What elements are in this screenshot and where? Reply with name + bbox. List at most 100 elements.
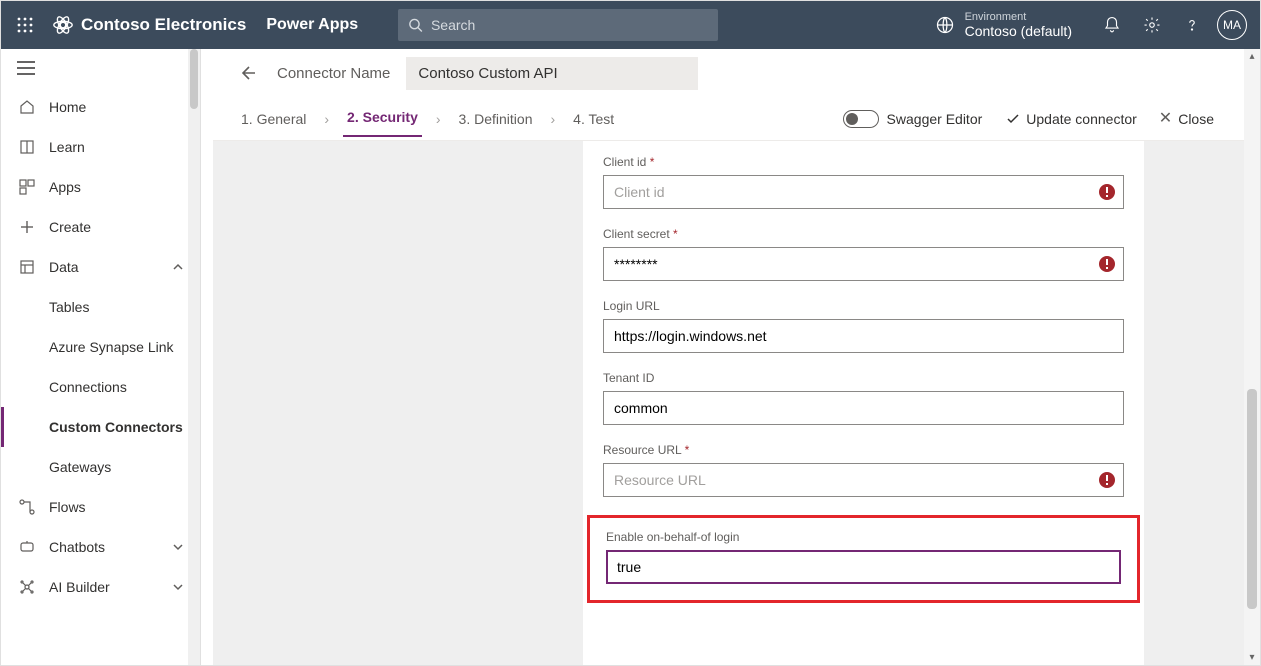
sidebar-item-synapse[interactable]: Azure Synapse Link	[1, 327, 200, 367]
swagger-editor-toggle[interactable]: Swagger Editor	[843, 110, 983, 128]
error-icon	[1098, 183, 1116, 201]
chevron-down-icon	[172, 541, 184, 553]
environment-label: Environment	[965, 11, 1072, 23]
sidebar-scrollbar[interactable]	[188, 49, 200, 665]
step-general[interactable]: 1. General	[237, 103, 310, 135]
chevron-right-icon: ›	[550, 111, 555, 127]
ai-icon	[17, 579, 37, 595]
close-label: Close	[1178, 111, 1214, 127]
sidebar-item-gateways[interactable]: Gateways	[1, 447, 200, 487]
check-icon	[1006, 112, 1020, 126]
settings-icon[interactable]	[1132, 5, 1172, 45]
field-login-url: Login URL	[603, 299, 1124, 353]
update-connector-label: Update connector	[1026, 111, 1137, 127]
sidebar-item-ai-builder[interactable]: AI Builder	[1, 567, 200, 607]
sidebar-item-label: Chatbots	[49, 539, 105, 555]
breadcrumb: Connector Name Contoso Custom API	[213, 49, 1260, 97]
resource-url-input[interactable]	[603, 463, 1124, 497]
book-icon	[17, 139, 37, 155]
chevron-down-icon	[172, 581, 184, 593]
enable-obo-input[interactable]	[606, 550, 1121, 584]
chatbot-icon	[17, 539, 37, 555]
connector-name-label: Connector Name	[277, 65, 390, 82]
sidebar-item-label: Data	[49, 259, 79, 275]
sidebar-item-apps[interactable]: Apps	[1, 167, 200, 207]
highlight-annotation: Enable on-behalf-of login	[587, 515, 1140, 603]
chevron-up-icon	[172, 261, 184, 273]
sidebar-item-label: Apps	[49, 179, 81, 195]
sidebar-item-label: Home	[49, 99, 86, 115]
swagger-editor-label: Swagger Editor	[887, 111, 983, 127]
hamburger-icon[interactable]	[1, 49, 200, 87]
account-avatar[interactable]: MA	[1212, 5, 1252, 45]
close-icon: ✕	[1159, 111, 1172, 127]
step-security[interactable]: 2. Security	[343, 101, 422, 137]
connector-name-value[interactable]: Contoso Custom API	[406, 57, 697, 90]
field-enable-obo: Enable on-behalf-of login	[606, 530, 1121, 584]
search-icon	[408, 17, 423, 33]
field-tenant-id: Tenant ID	[603, 371, 1124, 425]
enable-obo-label: Enable on-behalf-of login	[606, 530, 1121, 544]
client-id-input[interactable]	[603, 175, 1124, 209]
sidebar-item-data[interactable]: Data	[1, 247, 200, 287]
search-box[interactable]	[398, 9, 718, 41]
sidebar-item-flows[interactable]: Flows	[1, 487, 200, 527]
login-url-input[interactable]	[603, 319, 1124, 353]
client-secret-label: Client secret	[603, 227, 670, 241]
page-content: Connector Name Contoso Custom API 1. Gen…	[213, 49, 1260, 665]
login-url-label: Login URL	[603, 299, 1124, 313]
app-launcher-icon[interactable]	[9, 9, 41, 41]
step-definition[interactable]: 3. Definition	[455, 103, 537, 135]
security-form: Client id * Client secret * Login URL	[583, 141, 1144, 665]
sidebar-item-label: AI Builder	[49, 579, 110, 595]
update-connector-button[interactable]: Update connector	[1006, 111, 1137, 127]
avatar-initials: MA	[1217, 10, 1247, 40]
app-name[interactable]: Power Apps	[266, 16, 358, 34]
resource-url-label: Resource URL	[603, 443, 681, 457]
page-scrollbar[interactable]: ▴ ▾	[1244, 49, 1260, 665]
data-icon	[17, 259, 37, 275]
brand-logo-icon	[51, 13, 75, 37]
sidebar-item-label: Flows	[49, 499, 86, 515]
environment-picker[interactable]: Environment Contoso (default)	[935, 11, 1072, 39]
sidebar-item-home[interactable]: Home	[1, 87, 200, 127]
client-id-label: Client id	[603, 155, 646, 169]
sidebar-item-label: Learn	[49, 139, 85, 155]
chevron-right-icon: ›	[324, 111, 329, 127]
sidebar-item-create[interactable]: Create	[1, 207, 200, 247]
home-icon	[17, 99, 37, 115]
sidebar: Home Learn Apps Create Data Tables Azure…	[1, 49, 201, 665]
flows-icon	[17, 499, 37, 515]
notifications-icon[interactable]	[1092, 5, 1132, 45]
search-input[interactable]	[431, 17, 708, 33]
tenant-id-input[interactable]	[603, 391, 1124, 425]
scroll-down-icon[interactable]: ▾	[1244, 652, 1260, 663]
brand-name: Contoso Electronics	[81, 15, 246, 35]
environment-icon	[935, 15, 955, 35]
sidebar-item-custom-connectors[interactable]: Custom Connectors	[1, 407, 200, 447]
plus-icon	[17, 219, 37, 235]
error-icon	[1098, 255, 1116, 273]
tenant-id-label: Tenant ID	[603, 371, 1124, 385]
wizard-steps: 1. General › 2. Security › 3. Definition…	[213, 97, 1260, 141]
sidebar-item-tables[interactable]: Tables	[1, 287, 200, 327]
field-client-id: Client id *	[603, 155, 1124, 209]
sidebar-item-chatbots[interactable]: Chatbots	[1, 527, 200, 567]
step-test[interactable]: 4. Test	[569, 103, 618, 135]
client-secret-input[interactable]	[603, 247, 1124, 281]
sidebar-item-connections[interactable]: Connections	[1, 367, 200, 407]
error-icon	[1098, 471, 1116, 489]
help-icon[interactable]	[1172, 5, 1212, 45]
field-client-secret: Client secret *	[603, 227, 1124, 281]
back-button[interactable]	[237, 63, 257, 83]
apps-icon	[17, 179, 37, 195]
form-area: Client id * Client secret * Login URL	[213, 141, 1244, 665]
environment-name: Contoso (default)	[965, 23, 1072, 39]
top-bar: Contoso Electronics Power Apps Environme…	[1, 1, 1260, 49]
scroll-up-icon[interactable]: ▴	[1244, 51, 1260, 62]
chevron-right-icon: ›	[436, 111, 441, 127]
field-resource-url: Resource URL *	[603, 443, 1124, 497]
sidebar-item-learn[interactable]: Learn	[1, 127, 200, 167]
close-button[interactable]: ✕ Close	[1159, 111, 1214, 127]
sidebar-item-label: Create	[49, 219, 91, 235]
